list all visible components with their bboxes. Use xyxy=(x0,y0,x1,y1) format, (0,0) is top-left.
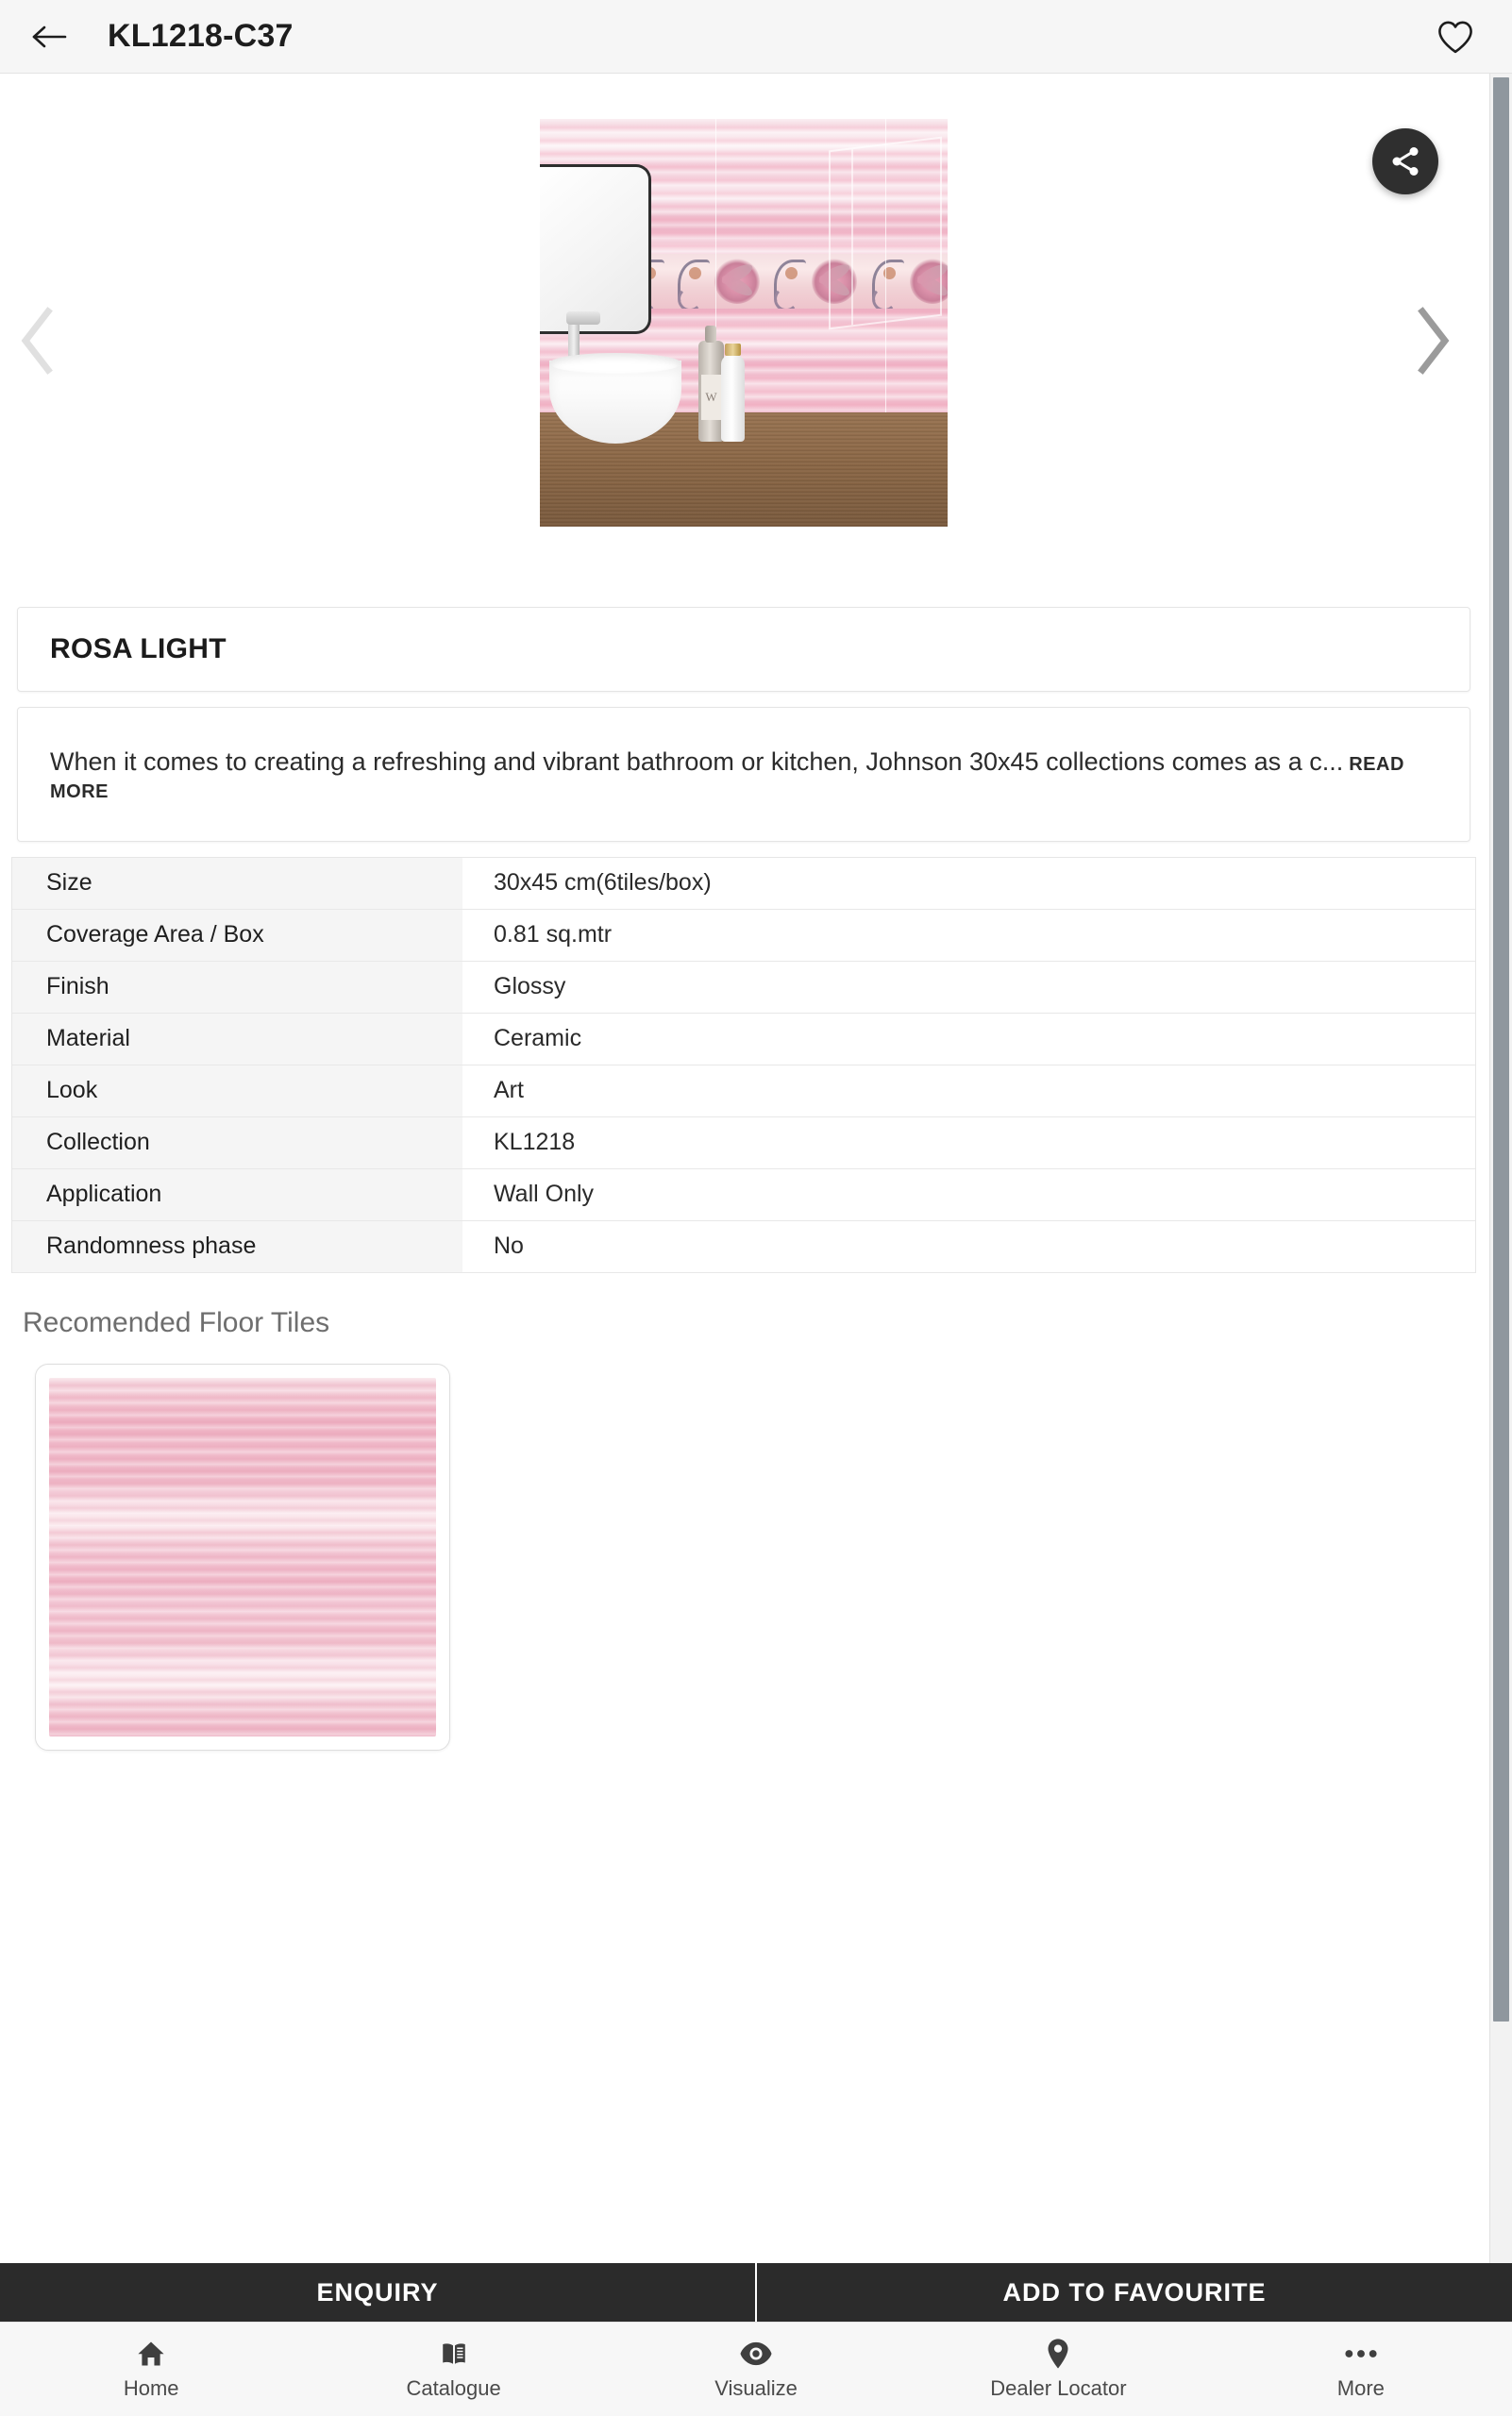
nav-label: Dealer Locator xyxy=(990,2376,1127,2400)
mirror xyxy=(540,164,651,334)
chevron-right-icon xyxy=(1418,306,1450,375)
carousel-next-button[interactable] xyxy=(1395,294,1470,388)
share-button[interactable] xyxy=(1372,128,1438,194)
nav-item-dealer-locator[interactable]: Dealer Locator xyxy=(907,2338,1209,2401)
spec-key: Randomness phase xyxy=(12,1220,462,1272)
spec-value: 0.81 sq.mtr xyxy=(462,909,1475,961)
recommended-tile-image xyxy=(49,1377,436,1736)
spec-key: Coverage Area / Box xyxy=(12,909,462,961)
chevron-left-icon xyxy=(21,306,53,375)
flower-motif xyxy=(714,259,760,304)
table-row: Randomness phase No xyxy=(12,1220,1475,1273)
specification-table: Size 30x45 cm(6tiles/box) Coverage Area … xyxy=(11,856,1476,1273)
page-scroll-area[interactable]: ROSA LIGHT When it comes to creating a r… xyxy=(0,74,1512,2263)
spec-value: KL1218 xyxy=(462,1116,1475,1168)
flower-motif xyxy=(812,259,857,304)
back-icon[interactable] xyxy=(28,15,72,59)
bottom-navigation: Home Catalogue Visualize Dealer Locator … xyxy=(0,2322,1512,2416)
book-icon xyxy=(439,2338,469,2370)
spec-key: Look xyxy=(12,1065,462,1116)
add-to-favourite-button[interactable]: ADD TO FAVOURITE xyxy=(757,2263,1512,2322)
tile-grout-line xyxy=(885,119,886,412)
nav-item-home[interactable]: Home xyxy=(0,2338,302,2401)
product-name-card: ROSA LIGHT xyxy=(17,607,1470,692)
soap-dispenser xyxy=(698,326,724,442)
product-description-wrap: When it comes to creating a refreshing a… xyxy=(50,744,1437,803)
heart-outline-icon[interactable] xyxy=(1431,12,1480,61)
nav-label: Home xyxy=(123,2376,179,2400)
nav-label: More xyxy=(1336,2376,1385,2400)
scroll-ornament xyxy=(872,260,904,309)
product-image-carousel[interactable] xyxy=(0,74,1487,607)
spec-value: 30x45 cm(6tiles/box) xyxy=(462,857,1475,909)
spec-value: Art xyxy=(462,1065,1475,1116)
recommended-tile-card[interactable] xyxy=(35,1363,450,1751)
product-image[interactable] xyxy=(540,119,948,527)
table-row: Size 30x45 cm(6tiles/box) xyxy=(12,857,1475,910)
eye-icon xyxy=(738,2338,774,2370)
enquiry-button[interactable]: ENQUIRY xyxy=(0,2263,755,2322)
nav-label: Catalogue xyxy=(406,2376,501,2400)
nav-item-catalogue[interactable]: Catalogue xyxy=(302,2338,604,2401)
nav-item-visualize[interactable]: Visualize xyxy=(605,2338,907,2401)
page-content: ROSA LIGHT When it comes to creating a r… xyxy=(0,74,1487,1751)
spec-value: Ceramic xyxy=(462,1013,1475,1065)
dot-accent xyxy=(785,267,798,279)
flower-motif xyxy=(910,259,948,304)
product-detail-screen: KL1218-C37 W ROSA LIGHT When it comes to… xyxy=(0,0,1512,2416)
tile-room-scene xyxy=(540,119,948,527)
spec-value: Wall Only xyxy=(462,1168,1475,1220)
spec-key: Finish xyxy=(12,961,462,1013)
table-row: Coverage Area / Box 0.81 sq.mtr xyxy=(12,909,1475,962)
product-description: When it comes to creating a refreshing a… xyxy=(50,747,1344,776)
spec-value: No xyxy=(462,1220,1475,1272)
action-bar: ENQUIRY ADD TO FAVOURITE xyxy=(0,2263,1512,2322)
spec-key: Collection xyxy=(12,1116,462,1168)
spec-key: Application xyxy=(12,1168,462,1220)
table-row: Application Wall Only xyxy=(12,1168,1475,1221)
table-row: Look Art xyxy=(12,1065,1475,1117)
share-icon xyxy=(1392,147,1419,176)
lotion-bottle xyxy=(721,344,745,442)
scrollbar-thumb[interactable] xyxy=(1493,77,1509,2022)
recommended-tiles-row xyxy=(0,1363,1487,1751)
table-row: Collection KL1218 xyxy=(12,1116,1475,1169)
product-name: ROSA LIGHT xyxy=(50,633,227,664)
spec-value: Glossy xyxy=(462,961,1475,1013)
vertical-scrollbar[interactable] xyxy=(1489,74,1512,2263)
product-description-card: When it comes to creating a refreshing a… xyxy=(17,707,1470,842)
app-header: KL1218-C37 xyxy=(0,0,1512,74)
dot-accent xyxy=(689,267,701,279)
recommended-section-heading: Recomended Floor Tiles xyxy=(23,1306,330,1338)
nav-item-more[interactable]: More xyxy=(1210,2338,1512,2401)
ellipsis-icon xyxy=(1343,2338,1379,2370)
scroll-ornament xyxy=(774,260,806,309)
home-icon xyxy=(135,2338,167,2370)
table-row: Material Ceramic xyxy=(12,1013,1475,1065)
nav-label: Visualize xyxy=(714,2376,798,2400)
spec-key: Material xyxy=(12,1013,462,1065)
page-title: KL1218-C37 xyxy=(108,18,294,54)
table-row: Finish Glossy xyxy=(12,961,1475,1014)
map-pin-icon xyxy=(1045,2338,1071,2370)
scroll-ornament xyxy=(678,260,710,309)
spec-key: Size xyxy=(12,857,462,909)
carousel-prev-button[interactable] xyxy=(0,294,76,388)
